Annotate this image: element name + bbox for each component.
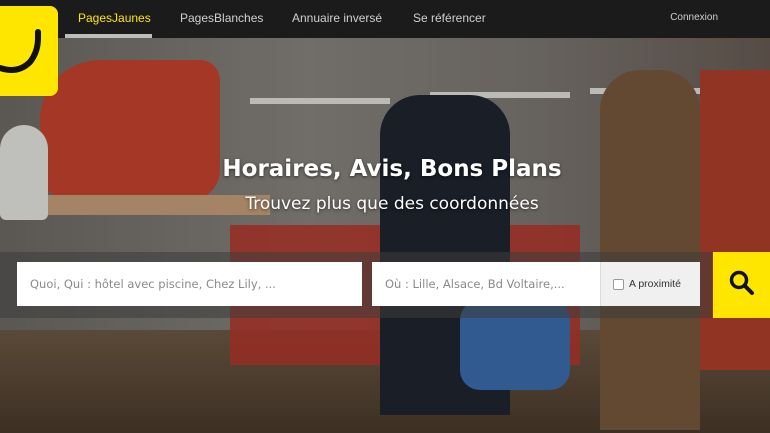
active-tab-indicator xyxy=(65,34,152,38)
pagesjaunes-logo[interactable] xyxy=(0,6,58,96)
proximity-checkbox[interactable] xyxy=(613,278,624,290)
logo-smile-icon xyxy=(0,29,41,73)
nav-tab-pagesjaunes[interactable]: PagesJaunes xyxy=(78,11,151,25)
search-button[interactable] xyxy=(713,252,770,318)
proximity-label: A proximité xyxy=(629,278,681,290)
nav-tab-annuaire-inverse[interactable]: Annuaire inversé xyxy=(292,11,382,25)
search-what-input[interactable] xyxy=(17,262,362,306)
proximity-toggle[interactable]: A proximité xyxy=(600,262,700,306)
login-link[interactable]: Connexion xyxy=(670,12,718,23)
hero-title: Horaires, Avis, Bons Plans xyxy=(222,156,562,182)
hero-subtitle: Trouvez plus que des coordonnées xyxy=(245,194,539,214)
nav-tab-pagesblanches[interactable]: PagesBlanches xyxy=(180,11,263,25)
search-where-input[interactable] xyxy=(372,262,600,306)
search-icon xyxy=(729,270,754,295)
photo-dim-overlay xyxy=(0,0,770,433)
top-navigation-bar: PagesJaunes PagesBlanches Annuaire inver… xyxy=(0,0,770,38)
nav-tab-se-referencer[interactable]: Se référencer xyxy=(413,11,486,25)
